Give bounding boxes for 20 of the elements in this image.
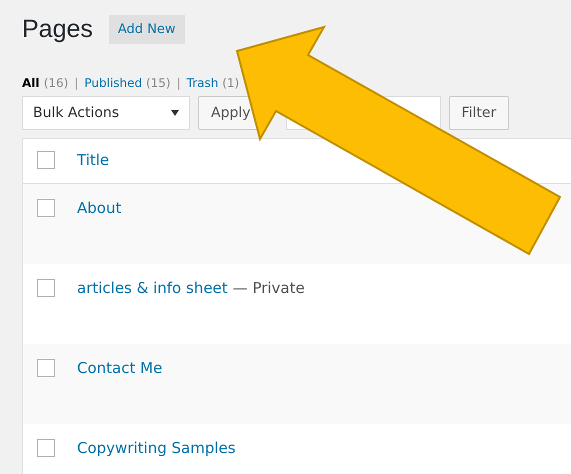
- bulk-actions-dropdown[interactable]: Bulk Actions: [22, 96, 190, 130]
- row-checkbox[interactable]: [37, 359, 55, 377]
- page-title-cell: About: [77, 199, 122, 217]
- caret-icon: [171, 110, 179, 116]
- page-title-cell: Copywriting Samples: [77, 439, 236, 457]
- column-header[interactable]: Title: [77, 151, 110, 169]
- filter-button[interactable]: Filter: [448, 96, 510, 130]
- page-title: Pages: [22, 14, 93, 44]
- row-checkbox[interactable]: [37, 279, 55, 297]
- page-title-cell: Contact Me: [77, 359, 162, 377]
- filter-link[interactable]: All (16): [22, 76, 68, 90]
- filter-link[interactable]: Published (15): [84, 76, 171, 90]
- separator: |: [74, 76, 78, 90]
- select-all-checkbox[interactable]: [37, 151, 55, 169]
- separator: |: [176, 76, 181, 90]
- add-new-button[interactable]: Add New: [108, 14, 185, 44]
- row-checkbox[interactable]: [37, 439, 55, 457]
- row-checkbox[interactable]: [37, 199, 55, 217]
- filter-link[interactable]: Trash (1): [186, 76, 240, 90]
- page-title-cell: articles & info sheet — Private: [77, 279, 305, 297]
